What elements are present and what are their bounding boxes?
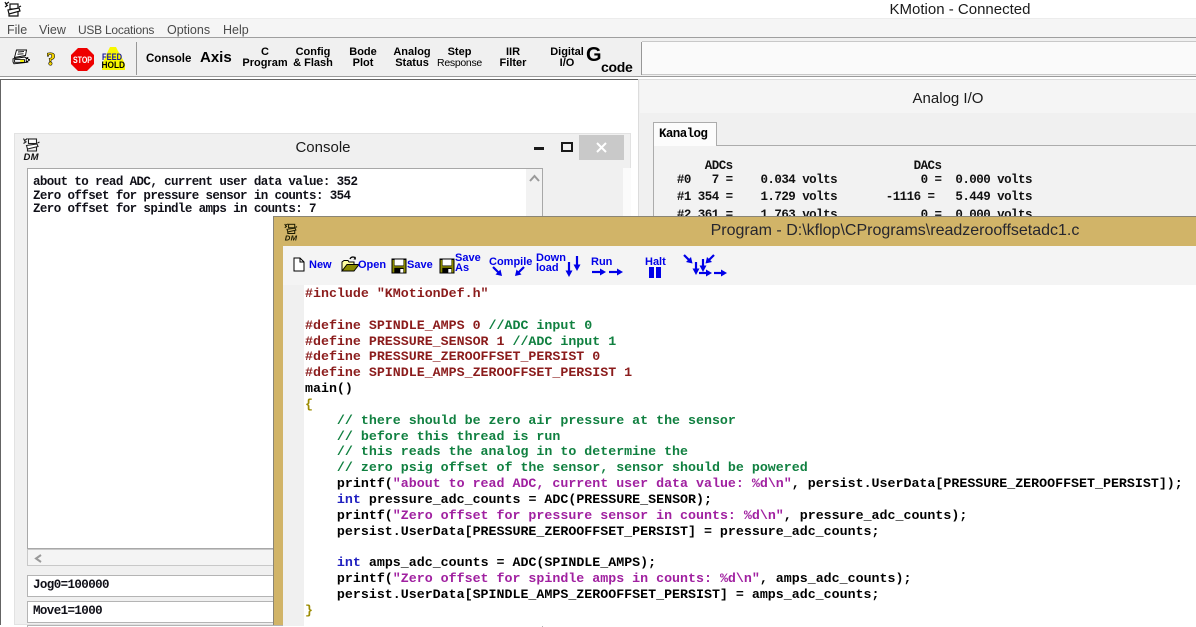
svg-text:DM: DM — [24, 152, 40, 162]
